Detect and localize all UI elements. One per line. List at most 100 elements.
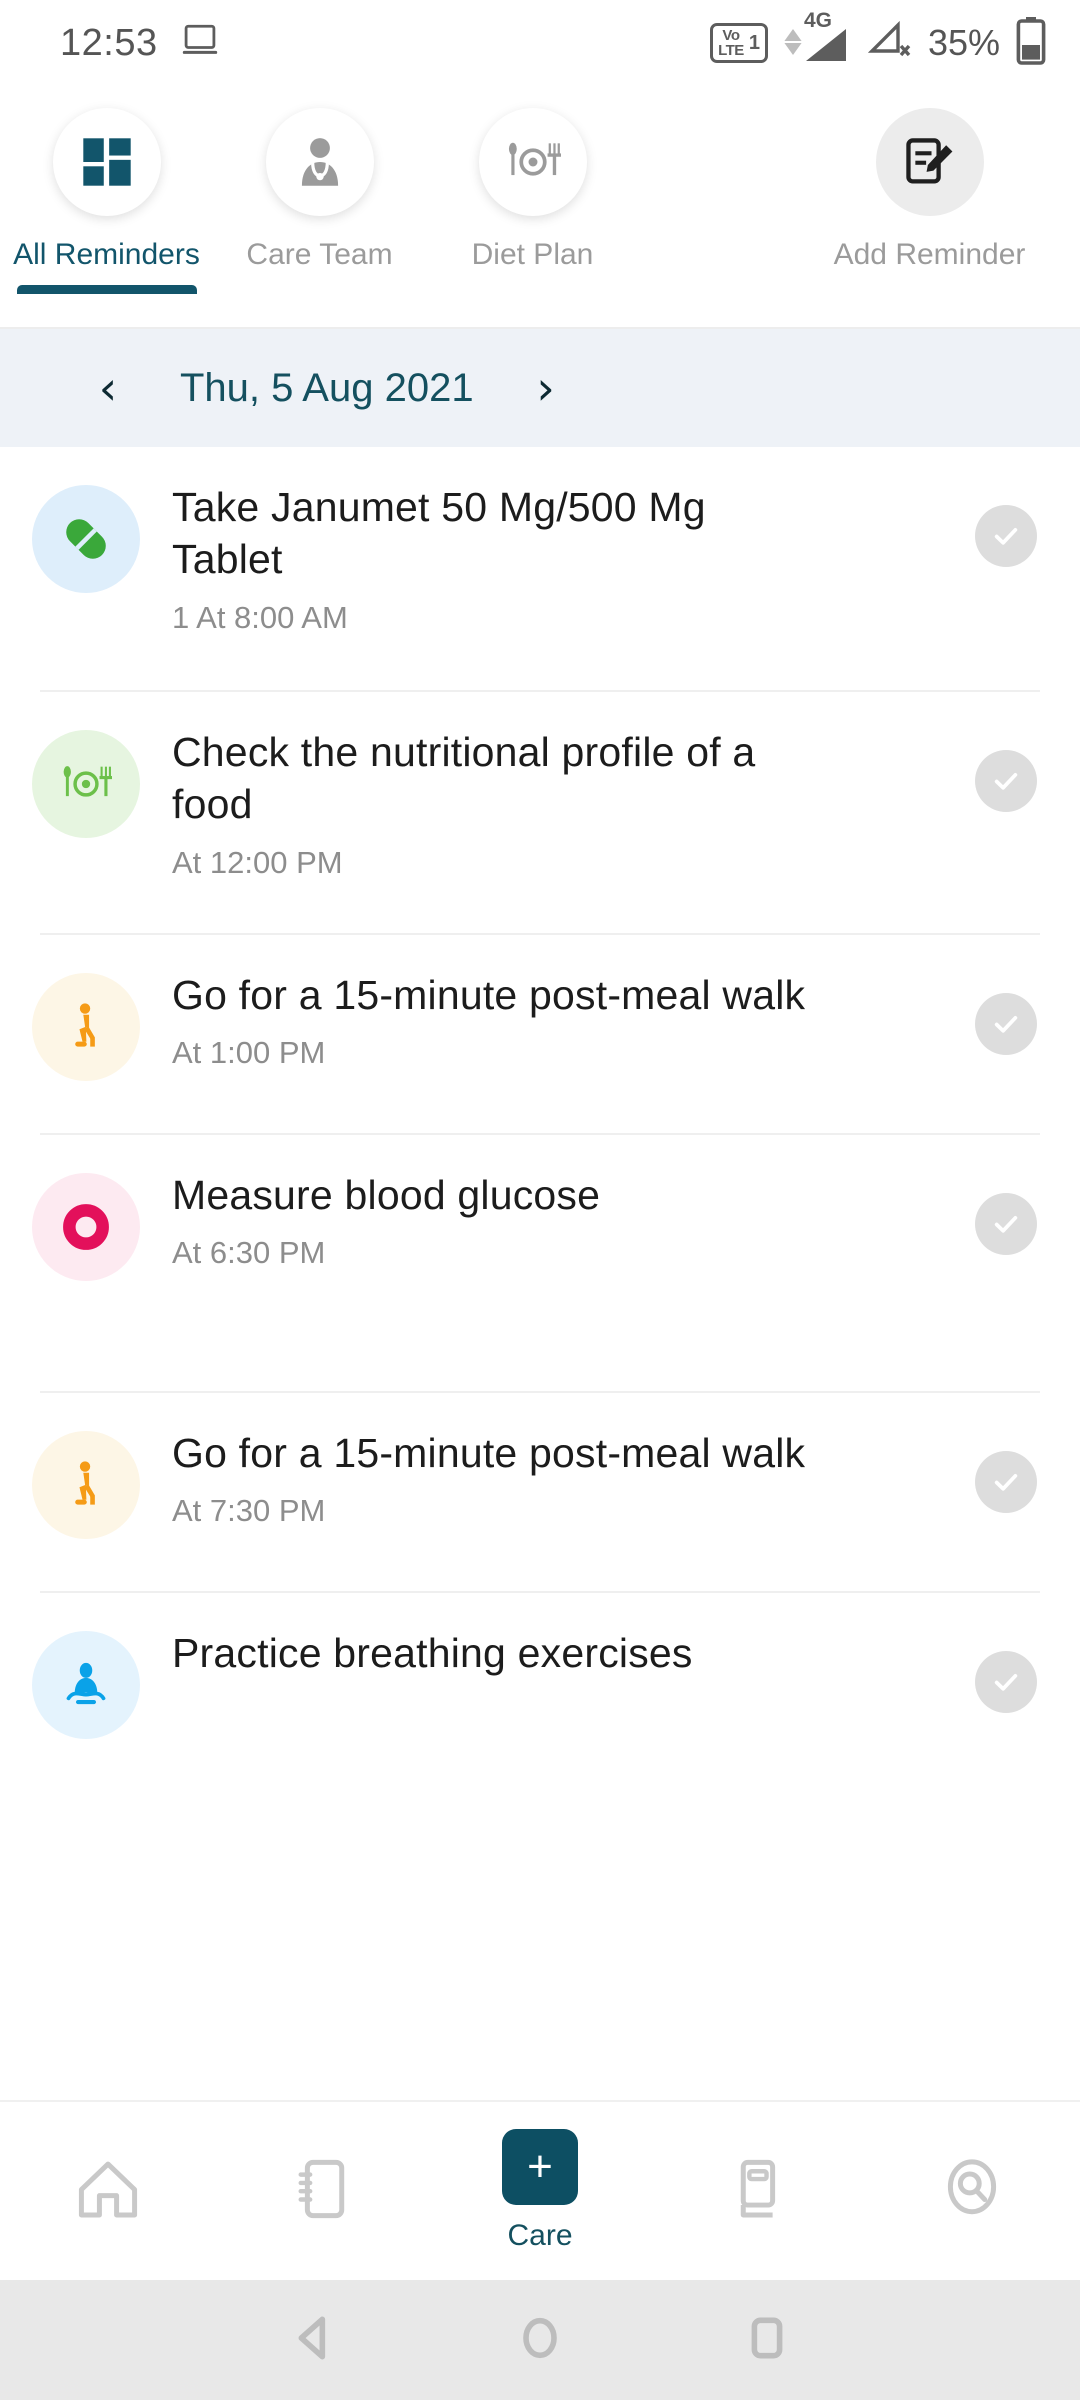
reminder-item-wrapper: Go for a 15-minute post-meal walk At 7:3… xyxy=(0,1393,1080,1593)
nav-item-reader[interactable] xyxy=(648,2153,864,2230)
reminder-text: Practice breathing exercises xyxy=(172,1627,932,1693)
reminder-check-wrap[interactable] xyxy=(932,969,1080,1055)
signal-icon: 4G xyxy=(784,10,848,63)
meditation-person-icon xyxy=(32,1630,140,1739)
volte-bottom-label: LTE xyxy=(718,42,744,59)
top-tab-bar: All Reminders Care Team Diet Plan Add Re… xyxy=(0,86,1080,329)
reminder-icon-wrap xyxy=(0,726,172,838)
tab-label: All Reminders xyxy=(13,238,200,271)
selected-date-label: Thu, 5 Aug 2021 xyxy=(180,365,474,410)
home-icon xyxy=(72,2153,144,2230)
tab-bar-divider xyxy=(0,327,1080,329)
table-row[interactable]: Practice breathing exercises xyxy=(0,1593,1080,1739)
reminder-item-wrapper: Check the nutritional profile of a food … xyxy=(0,692,1080,935)
check-circle-icon[interactable] xyxy=(975,1192,1037,1255)
sim-index-label: 1 xyxy=(748,32,760,54)
search-icon xyxy=(936,2153,1008,2230)
battery-percent-label: 35% xyxy=(927,22,1000,63)
reminder-title: Practice breathing exercises xyxy=(172,1629,693,1676)
tab-label: Diet Plan xyxy=(471,238,594,271)
battery-icon xyxy=(1016,16,1046,70)
reminder-text: Go for a 15-minute post-meal walk At 7:3… xyxy=(172,1427,932,1529)
chevron-right-icon[interactable]: › xyxy=(516,365,576,411)
notebook-icon xyxy=(288,2153,360,2230)
tab-add-reminder[interactable]: Add Reminder xyxy=(823,108,1036,272)
active-tab-indicator xyxy=(16,285,197,294)
reminder-check-wrap[interactable] xyxy=(932,1427,1080,1513)
reminder-text: Check the nutritional profile of a food … xyxy=(172,726,932,881)
check-circle-icon[interactable] xyxy=(975,1450,1037,1513)
reminder-title: Go for a 15-minute post-meal walk xyxy=(172,1429,806,1476)
app-screen: 12:53 Vo LTE 1 4G 35% All Reminders Care… xyxy=(0,0,1080,2400)
reminder-list[interactable]: Take Janumet 50 Mg/500 Mg Tablet 1 At 8:… xyxy=(0,447,1080,2100)
reminder-time: At 12:00 PM xyxy=(172,844,343,880)
nav-item-notebook[interactable] xyxy=(216,2153,432,2230)
tab-care-team[interactable]: Care Team xyxy=(213,108,426,272)
tab-diet-plan[interactable]: Diet Plan xyxy=(426,108,639,272)
reminder-title: Measure blood glucose xyxy=(172,1171,601,1218)
reminder-time: 1 At 8:00 AM xyxy=(172,599,348,635)
status-bar-left: 12:53 xyxy=(60,22,220,65)
walking-person-icon xyxy=(32,1430,140,1539)
walking-person-icon xyxy=(32,972,140,1081)
reminder-title: Check the nutritional profile of a food xyxy=(172,728,756,828)
note-pencil-icon xyxy=(875,108,984,216)
nav-item-search[interactable] xyxy=(864,2153,1080,2230)
tab-label: Add Reminder xyxy=(833,238,1026,271)
status-bar: 12:53 Vo LTE 1 4G 35% xyxy=(0,0,1080,86)
blood-drop-icon xyxy=(32,1172,140,1281)
check-circle-icon[interactable] xyxy=(975,749,1037,812)
date-navigator: ‹ Thu, 5 Aug 2021 › xyxy=(0,329,1080,447)
chevron-left-icon[interactable]: ‹ xyxy=(78,365,138,411)
reminder-item-wrapper: Take Janumet 50 Mg/500 Mg Tablet 1 At 8:… xyxy=(0,447,1080,692)
check-circle-icon[interactable] xyxy=(975,1650,1037,1713)
plate-cutlery-icon xyxy=(478,108,587,216)
reminder-check-wrap[interactable] xyxy=(932,1627,1080,1713)
reminder-time: At 7:30 PM xyxy=(172,1493,326,1529)
nav-label: Care xyxy=(507,2219,573,2252)
reminder-check-wrap[interactable] xyxy=(932,1169,1080,1255)
reminder-check-wrap[interactable] xyxy=(932,481,1080,567)
tab-all-reminders[interactable]: All Reminders xyxy=(0,108,213,294)
reminder-icon-wrap xyxy=(0,1627,172,1739)
laptop-icon xyxy=(180,23,220,64)
plus-icon[interactable]: + xyxy=(502,2129,578,2205)
reminder-text: Go for a 15-minute post-meal walk At 1:0… xyxy=(172,969,932,1071)
nav-item-home[interactable] xyxy=(0,2153,216,2230)
reminder-title: Take Janumet 50 Mg/500 Mg Tablet xyxy=(172,484,706,583)
reminder-icon-wrap xyxy=(0,1169,172,1281)
reminder-time: At 1:00 PM xyxy=(172,1035,326,1071)
table-row[interactable]: Go for a 15-minute post-meal walk At 7:3… xyxy=(0,1393,1080,1539)
reader-book-icon xyxy=(720,2153,792,2230)
table-row[interactable]: Check the nutritional profile of a food … xyxy=(0,692,1080,881)
pill-capsule-icon xyxy=(32,485,140,593)
table-row[interactable]: Go for a 15-minute post-meal walk At 1:0… xyxy=(0,935,1080,1081)
reminder-icon-wrap xyxy=(0,481,172,593)
reminder-item-wrapper: Go for a 15-minute post-meal walk At 1:0… xyxy=(0,935,1080,1135)
table-row[interactable]: Measure blood glucose At 6:30 PM xyxy=(0,1135,1080,1281)
reminder-check-wrap[interactable] xyxy=(932,726,1080,812)
reminder-time: At 6:30 PM xyxy=(172,1235,326,1271)
reminder-title: Go for a 15-minute post-meal walk xyxy=(172,971,806,1018)
plate-cutlery-icon xyxy=(32,729,140,838)
reminder-icon-wrap xyxy=(0,969,172,1081)
check-circle-icon[interactable] xyxy=(975,505,1037,567)
status-time: 12:53 xyxy=(60,21,158,64)
bottom-navigation-bar: + Care xyxy=(0,2100,1080,2280)
home-circle-icon[interactable] xyxy=(512,2310,568,2371)
reminder-item-wrapper: Measure blood glucose At 6:30 PM xyxy=(0,1135,1080,1393)
back-triangle-icon[interactable] xyxy=(285,2310,341,2371)
android-system-navigation xyxy=(0,2280,1080,2400)
tab-label: Care Team xyxy=(246,238,393,271)
nav-item-care[interactable]: + Care xyxy=(432,2129,648,2253)
table-row[interactable]: Take Janumet 50 Mg/500 Mg Tablet 1 At 8:… xyxy=(0,447,1080,636)
check-circle-icon[interactable] xyxy=(975,992,1037,1055)
grid-dashboard-icon xyxy=(52,108,161,216)
reminder-icon-wrap xyxy=(0,1427,172,1539)
volte-icon: Vo LTE 1 xyxy=(710,23,768,63)
network-type-label: 4G xyxy=(803,9,832,32)
doctor-person-icon xyxy=(265,108,374,216)
signal-no-service-icon xyxy=(864,20,912,66)
recents-square-icon[interactable] xyxy=(739,2310,795,2371)
reminder-item-wrapper: Practice breathing exercises xyxy=(0,1593,1080,1739)
